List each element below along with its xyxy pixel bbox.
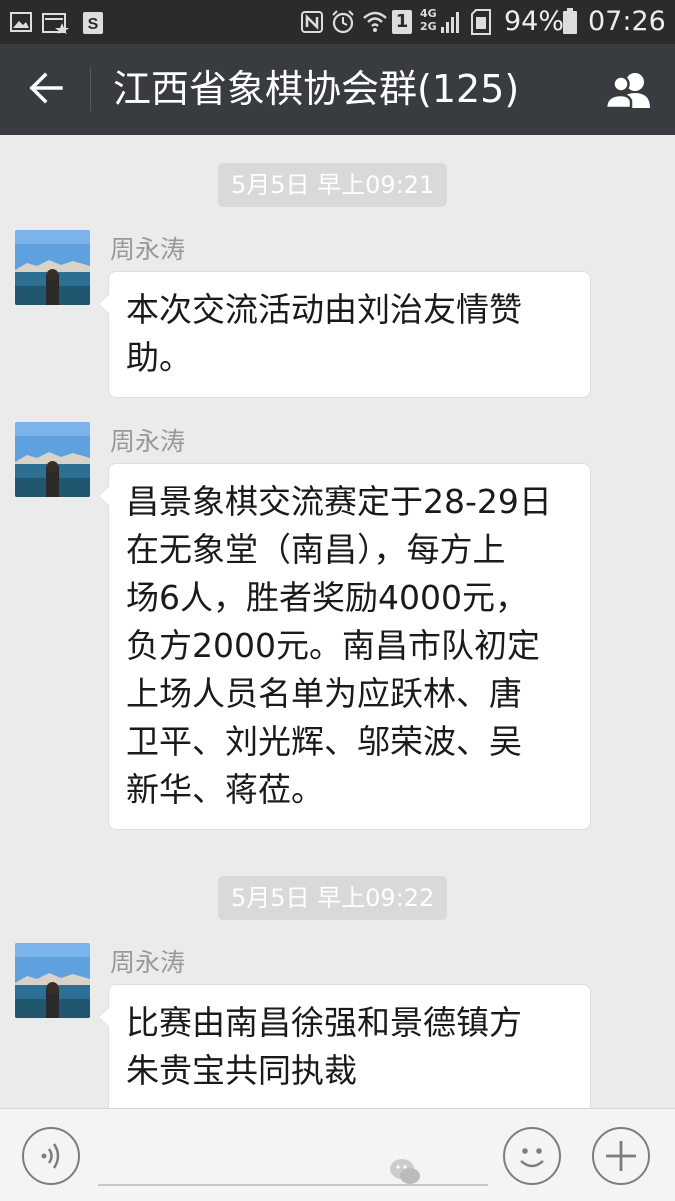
lake-photo-avatar-icon <box>15 422 90 497</box>
signal-icon <box>441 12 459 33</box>
wechat-watermark-icon <box>390 1159 420 1184</box>
chat-header: 江西省象棋协会群(125) <box>0 44 675 135</box>
plus-icon <box>606 1141 636 1171</box>
timestamp-chip: 5月5日 早上09:22 <box>218 876 448 920</box>
chat-title: 江西省象棋协会群(125) <box>113 67 520 111</box>
network-type: 4G 2G <box>420 7 437 33</box>
status-bar: S 1 4G 2G 94% 07:26 <box>0 0 675 44</box>
lake-photo-avatar-icon <box>15 230 90 305</box>
message-line: 助。 <box>126 338 192 377</box>
sim-indicator: 1 <box>392 10 412 34</box>
back-arrow-icon[interactable] <box>28 70 64 106</box>
sd-card-icon <box>471 9 491 35</box>
message-line: 上场人员名单为应跃林、唐 <box>126 674 522 713</box>
message-line: 本次交流活动由刘治友情赞 <box>126 290 522 329</box>
timestamp-chip: 5月5日 早上09:21 <box>218 163 448 207</box>
sender-name: 周永涛 <box>110 427 186 456</box>
message-line: 在无象堂（南昌），每方上 <box>126 530 506 569</box>
battery-percent: 94% <box>504 6 565 37</box>
wifi-icon <box>363 11 387 32</box>
header-divider <box>90 67 91 111</box>
message-bubble[interactable]: 昌景象棋交流赛定于28-29日 在无象堂（南昌），每方上 场6人，胜者奖励400… <box>98 463 591 830</box>
voice-button[interactable] <box>22 1127 80 1185</box>
gallery-notification-icon <box>10 12 32 32</box>
calendar-star-notification-icon <box>42 13 69 34</box>
message-line: 比赛由南昌徐强和景德镇方 <box>126 1003 522 1042</box>
message-line: 卫平、刘光辉、邬荣波、吴 <box>126 722 522 761</box>
voice-icon <box>41 1143 60 1169</box>
message-line: 昌景象棋交流赛定于28-29日 <box>126 482 552 521</box>
avatar[interactable] <box>15 943 90 1018</box>
input-bar <box>0 1108 675 1201</box>
sender-name: 周永涛 <box>110 235 186 264</box>
message-bubble[interactable]: 本次交流活动由刘治友情赞 助。 <box>98 271 591 398</box>
message-line: 朱贵宝共同执裁 <box>126 1051 357 1090</box>
message-bubble[interactable]: 比赛由南昌徐强和景德镇方 朱贵宝共同执裁 <box>98 984 591 1114</box>
avatar[interactable] <box>15 422 90 497</box>
alarm-icon <box>332 10 354 34</box>
emoji-icon <box>520 1148 544 1168</box>
more-options-button[interactable] <box>592 1127 650 1185</box>
message-line: 场6人，胜者奖励4000元， <box>126 578 528 617</box>
sender-name: 周永涛 <box>110 948 186 977</box>
message-line: 新华、蒋莅。 <box>126 770 324 809</box>
message-input[interactable] <box>98 1184 488 1186</box>
message-line: 负方2000元。南昌市队初定 <box>126 626 540 665</box>
nfc-icon <box>301 11 323 33</box>
group-members-icon[interactable] <box>603 71 655 109</box>
clock: 07:26 <box>588 6 666 37</box>
battery-icon <box>563 8 577 34</box>
svg-text:S: S <box>88 16 99 33</box>
lake-photo-avatar-icon <box>15 943 90 1018</box>
avatar[interactable] <box>15 230 90 305</box>
emoji-button[interactable] <box>503 1127 561 1185</box>
s-app-notification-icon: S <box>83 12 103 34</box>
